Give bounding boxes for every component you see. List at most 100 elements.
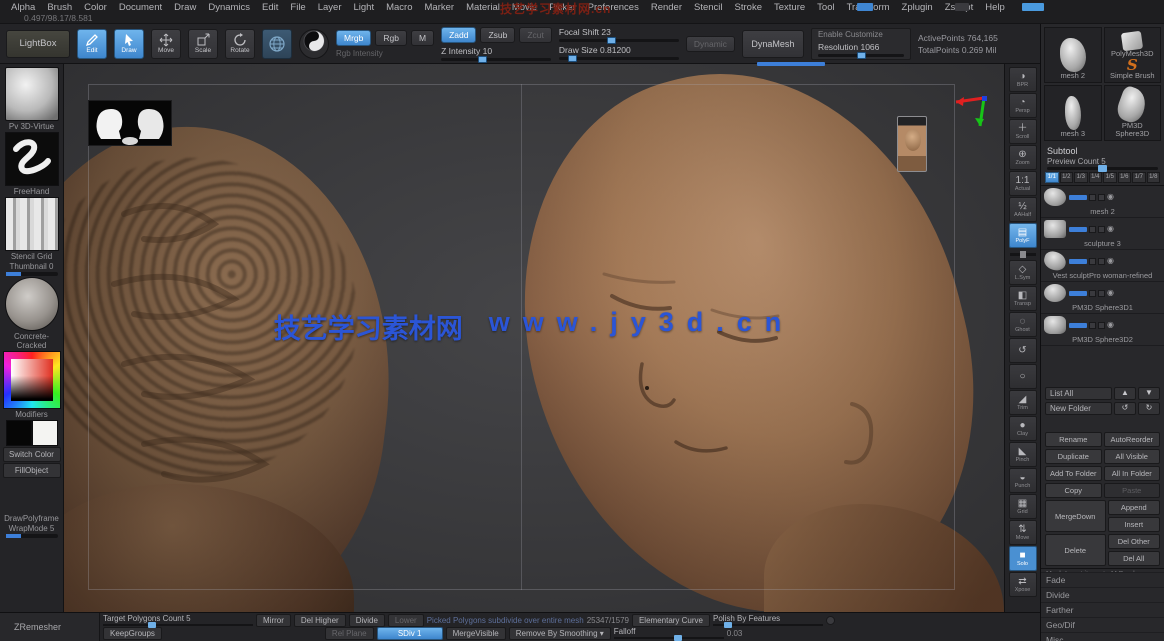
menu-draw[interactable]: Draw [169,1,201,14]
subtool-count-slider[interactable]: Preview Count 5 [1047,157,1158,170]
target-polygons-slider[interactable]: Target Polygons Count 5 [103,615,253,626]
misc-row[interactable]: Misc [1041,632,1164,641]
eye-icon[interactable]: ◉ [1107,321,1114,329]
menu-macro[interactable]: Macro [381,1,417,14]
rgb-button[interactable]: Rgb [375,30,407,46]
subtool-row[interactable]: ◉ mesh 2 [1041,186,1164,218]
tool-slot-2[interactable]: PolyMesh3D S Simple Brush [1104,27,1162,83]
rotate-view-icon[interactable]: ↺ [1009,338,1037,363]
solo-icon[interactable]: ■Solo [1009,546,1037,571]
menu-zplugin[interactable]: Zplugin [897,1,938,14]
menu-marker[interactable]: Marker [420,1,460,14]
subtool-row[interactable]: ◉ PM3D Sphere3D1 [1041,282,1164,314]
keep-groups-button[interactable]: KeepGroups [103,627,162,640]
resolution-slider[interactable]: Resolution 1066 [818,42,904,57]
auto-reorder-button[interactable]: AutoReorder [1104,432,1161,447]
subtool-row[interactable]: ◉ PM3D Sphere3D2 [1041,314,1164,346]
main-color-swatch[interactable] [6,420,32,446]
fraction-button[interactable]: 1/8 [1147,172,1161,183]
alpha-preview-box[interactable] [88,100,172,146]
move-up-button[interactable]: ▲ [1114,387,1136,400]
pinch-icon[interactable]: ◣Pinch [1009,442,1037,467]
draw-size-slider[interactable]: Draw Size 0.81200 [559,45,679,60]
mrgb-button[interactable]: Mrgb [336,30,371,46]
del-all-button[interactable]: Del All [1108,551,1161,566]
list-all-button[interactable]: List All [1045,387,1112,400]
rel-plane-button[interactable]: Rel Plane [325,627,374,640]
menu-document[interactable]: Document [114,1,167,14]
rotate-button[interactable]: Rotate [225,29,255,59]
divide-row[interactable]: Divide [1041,587,1164,602]
menu-edit[interactable]: Edit [257,1,283,14]
xpose-icon[interactable]: ⇄Xpose [1009,572,1037,597]
undo-arrow-button[interactable]: ↺ [1114,402,1136,415]
scale-button[interactable]: Scale [188,29,218,59]
trim-icon[interactable]: ◢Trim [1009,390,1037,415]
m-button[interactable]: M [411,30,434,46]
polish-by-features-slider[interactable]: Polish By Features [713,615,823,626]
duplicate-button[interactable]: Duplicate [1045,449,1102,464]
globe-toggle[interactable] [262,29,292,59]
copy-button[interactable]: Copy [1045,483,1102,498]
tool-slot-3[interactable]: mesh 3 [1044,85,1102,141]
menu-light[interactable]: Light [348,1,379,14]
thumbnail-slider[interactable] [6,272,58,276]
menu-render[interactable]: Render [646,1,687,14]
mirror-button[interactable]: Mirror [256,614,291,627]
move-down-button[interactable]: ▼ [1138,387,1160,400]
remove-by-smoothing-button[interactable]: Remove By Smoothing ▾ [509,627,611,640]
actual-size-icon[interactable]: 1:1Actual [1009,171,1037,196]
move-button[interactable]: Move [151,29,181,59]
z-intensity-slider[interactable]: Z Intensity 10 [441,46,551,61]
falloff-slider[interactable]: Falloff [614,628,724,639]
zadd-button[interactable]: Zadd [441,27,476,43]
sculpt-canvas[interactable]: 技艺学习素材网 www.jy3d.cn [64,64,1004,612]
fraction-button[interactable]: 1/3 [1074,172,1088,183]
lsym-icon[interactable]: ◇L.Sym [1009,260,1037,285]
scroll-hand-icon[interactable]: ＋Scroll [1009,119,1037,144]
color-picker[interactable] [3,351,61,409]
subtool-row[interactable]: ◉ Vest sculptPro woman-refined [1041,250,1164,282]
tool-slot-1[interactable]: mesh 2 [1044,27,1102,83]
current-brush-thumbnail[interactable] [5,67,59,121]
axis-gizmo[interactable] [946,90,990,136]
eye-icon[interactable]: ◉ [1107,289,1114,297]
insert-button[interactable]: Insert [1108,517,1161,532]
persp-icon[interactable]: ◔Persp [1009,93,1037,118]
dynamic-button[interactable]: Dynamic [686,36,735,52]
zcut-button[interactable]: Zcut [519,27,552,43]
draw-polyframe-label[interactable]: DrawPolyframe [4,514,59,523]
delete-button[interactable]: Delete [1045,534,1106,566]
menu-dynamics[interactable]: Dynamics [203,1,255,14]
current-alpha-thumbnail[interactable] [5,197,59,251]
all-in-folder-button[interactable]: All In Folder [1104,466,1161,481]
merge-down-button[interactable]: MergeDown [1045,500,1106,532]
polish-mode-dot-button[interactable] [826,616,835,625]
tool-slot-4[interactable]: PM3D Sphere3D [1104,85,1162,141]
draw-button[interactable]: Draw [114,29,144,59]
switch-color-button[interactable]: Switch Color [3,447,61,462]
polyframe-icon[interactable]: ▤PolyF [1009,223,1037,248]
menu-help[interactable]: Help [980,1,1010,14]
merge-visible-button[interactable]: MergeVisible [446,627,506,640]
shelf-mini-slider[interactable] [1010,249,1036,259]
fraction-active-button[interactable]: 1/1 [1045,172,1059,183]
del-other-button[interactable]: Del Other [1108,534,1161,549]
fill-object-button[interactable]: FillObject [3,463,61,478]
bpr-render-icon[interactable]: ◑BPR [1009,67,1037,92]
fraction-button[interactable]: 1/7 [1132,172,1146,183]
enable-customize-label[interactable]: Enable Customize [818,30,904,39]
add-to-folder-button[interactable]: Add To Folder [1045,466,1102,481]
transp-icon[interactable]: ◧Transp [1009,286,1037,311]
fraction-button[interactable]: 1/4 [1089,172,1103,183]
fraction-button[interactable]: 1/2 [1060,172,1074,183]
farther-row[interactable]: Farther [1041,602,1164,617]
sculptris-pro-button[interactable] [299,29,329,59]
wrap-mode-slider[interactable] [6,534,58,538]
fade-row[interactable]: Fade [1041,572,1164,587]
geo-dif-row[interactable]: Geo/Dif [1041,617,1164,632]
lightbox-button[interactable]: LightBox [6,30,70,58]
new-folder-button[interactable]: New Folder [1045,402,1112,415]
zremesher-label[interactable]: ZRemesher [0,613,100,641]
menu-tool[interactable]: Tool [812,1,839,14]
